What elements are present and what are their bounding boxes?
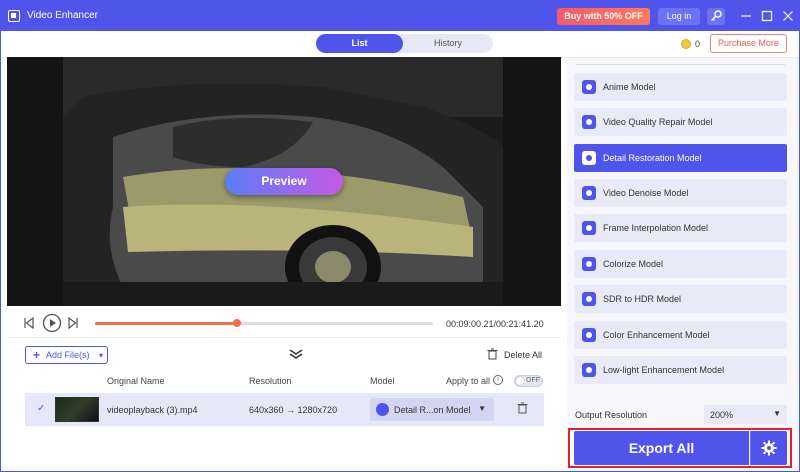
collapse-icon[interactable] xyxy=(289,349,303,361)
plus-icon: + xyxy=(33,348,41,362)
coin-icon xyxy=(681,39,691,49)
close-icon[interactable] xyxy=(781,9,795,23)
model-label: SDR to HDR Model xyxy=(603,294,682,304)
model-frame-interpolation[interactable]: Frame Interpolation Model xyxy=(574,214,787,242)
video-thumbnail xyxy=(55,397,99,422)
purchase-more-button[interactable]: Purchase More xyxy=(710,34,787,53)
anime-icon xyxy=(582,80,596,94)
delete-all-button[interactable]: Delete All xyxy=(504,350,542,360)
palette-icon xyxy=(582,328,596,342)
row-model-select[interactable]: Detail R...on Model ▼ xyxy=(370,398,494,421)
model-label: Low-light Enhancement Model xyxy=(603,365,725,375)
model-sdr-to-hdr[interactable]: SDR to HDR Model xyxy=(574,285,787,313)
toggle-state: OFF xyxy=(526,377,540,384)
panel-divider xyxy=(576,64,785,65)
model-label: Color Enhancement Model xyxy=(603,330,710,340)
model-label: Video Quality Repair Model xyxy=(603,117,713,127)
apply-to-all-toggle[interactable]: OFF xyxy=(514,375,543,387)
checkmark-icon[interactable]: ✓ xyxy=(37,403,45,414)
tab-history[interactable]: History xyxy=(403,34,493,53)
minimize-icon[interactable] xyxy=(739,9,753,23)
divider xyxy=(7,337,561,338)
caret-down-icon: ▼ xyxy=(478,404,486,413)
apply-to-all-label: Apply to all xyxy=(446,376,491,386)
trash-icon[interactable] xyxy=(487,348,498,362)
skip-back-icon[interactable] xyxy=(23,315,35,333)
model-quality-repair[interactable]: Video Quality Repair Model xyxy=(574,108,787,136)
detail-icon xyxy=(376,403,389,416)
output-resolution-value: 200% xyxy=(710,410,734,420)
skip-forward-icon[interactable] xyxy=(67,315,79,333)
denoise-icon xyxy=(582,186,596,200)
model-label: Frame Interpolation Model xyxy=(603,223,709,233)
caret-down-icon: ▼ xyxy=(773,409,781,418)
file-row[interactable]: ✓ videoplayback (3).mp4 640x360 → 1280x7… xyxy=(25,393,544,426)
model-colorize[interactable]: Colorize Model xyxy=(574,250,787,278)
hdr-icon xyxy=(582,292,596,306)
maximize-icon[interactable] xyxy=(760,9,774,23)
column-header-resolution: Resolution xyxy=(249,376,292,386)
model-label: Video Denoise Model xyxy=(603,188,689,198)
column-header-name: Original Name xyxy=(107,376,165,386)
buy-discount-button[interactable]: Buy with 50% OFF xyxy=(557,8,650,25)
app-logo-icon xyxy=(8,10,20,22)
model-color-enhancement[interactable]: Color Enhancement Model xyxy=(574,321,787,349)
row-trash-icon[interactable] xyxy=(517,402,528,416)
model-label: Colorize Model xyxy=(603,259,664,269)
file-name: videoplayback (3).mp4 xyxy=(107,405,198,415)
output-resolution-select[interactable]: 200% ▼ xyxy=(704,405,787,424)
export-settings-button[interactable] xyxy=(750,431,787,465)
tab-list[interactable]: List xyxy=(316,34,403,53)
title-bar: Video Enhancer Buy with 50% OFF Log in xyxy=(1,1,799,31)
progress-handle[interactable] xyxy=(232,319,241,327)
credit-count: 0 xyxy=(695,39,701,49)
column-header-model: Model xyxy=(370,376,395,386)
model-low-light[interactable]: Low-light Enhancement Model xyxy=(574,356,787,384)
output-resolution-label: Output Resolution xyxy=(575,410,648,420)
model-label: Anime Model xyxy=(603,82,656,92)
playback-time: 00:09:00.21/00:21:41.20 xyxy=(446,319,544,329)
view-tabs: List History xyxy=(316,34,493,53)
repair-icon xyxy=(582,115,596,129)
gear-icon xyxy=(761,440,777,456)
frame-icon xyxy=(582,221,596,235)
colorize-icon xyxy=(582,257,596,271)
progress-fill xyxy=(95,322,237,325)
export-all-button[interactable]: Export All xyxy=(574,431,749,465)
file-resolution: 640x360 → 1280x720 xyxy=(249,405,338,415)
playback-progress[interactable] xyxy=(95,319,433,327)
model-label: Detail Restoration Model xyxy=(603,153,702,163)
model-denoise[interactable]: Video Denoise Model xyxy=(574,179,787,207)
row-model-label: Detail R...on Model xyxy=(394,405,471,415)
model-anime[interactable]: Anime Model xyxy=(574,73,787,101)
model-detail-restoration[interactable]: Detail Restoration Model xyxy=(574,144,787,172)
add-files-button[interactable]: + Add File(s) ▾ xyxy=(25,346,108,364)
toggle-knob xyxy=(516,377,524,385)
chevron-down-icon: ▾ xyxy=(98,351,103,360)
play-icon[interactable] xyxy=(42,313,62,335)
add-files-label: Add File(s) xyxy=(46,350,90,360)
key-icon[interactable] xyxy=(707,8,725,25)
info-icon[interactable]: i xyxy=(493,375,503,385)
app-window: Video Enhancer Buy with 50% OFF Log in L… xyxy=(0,0,800,472)
app-title: Video Enhancer xyxy=(27,10,98,21)
preview-button[interactable]: Preview xyxy=(225,168,343,195)
detail-icon xyxy=(582,151,596,165)
moon-icon xyxy=(582,363,596,377)
login-button[interactable]: Log in xyxy=(658,8,700,25)
